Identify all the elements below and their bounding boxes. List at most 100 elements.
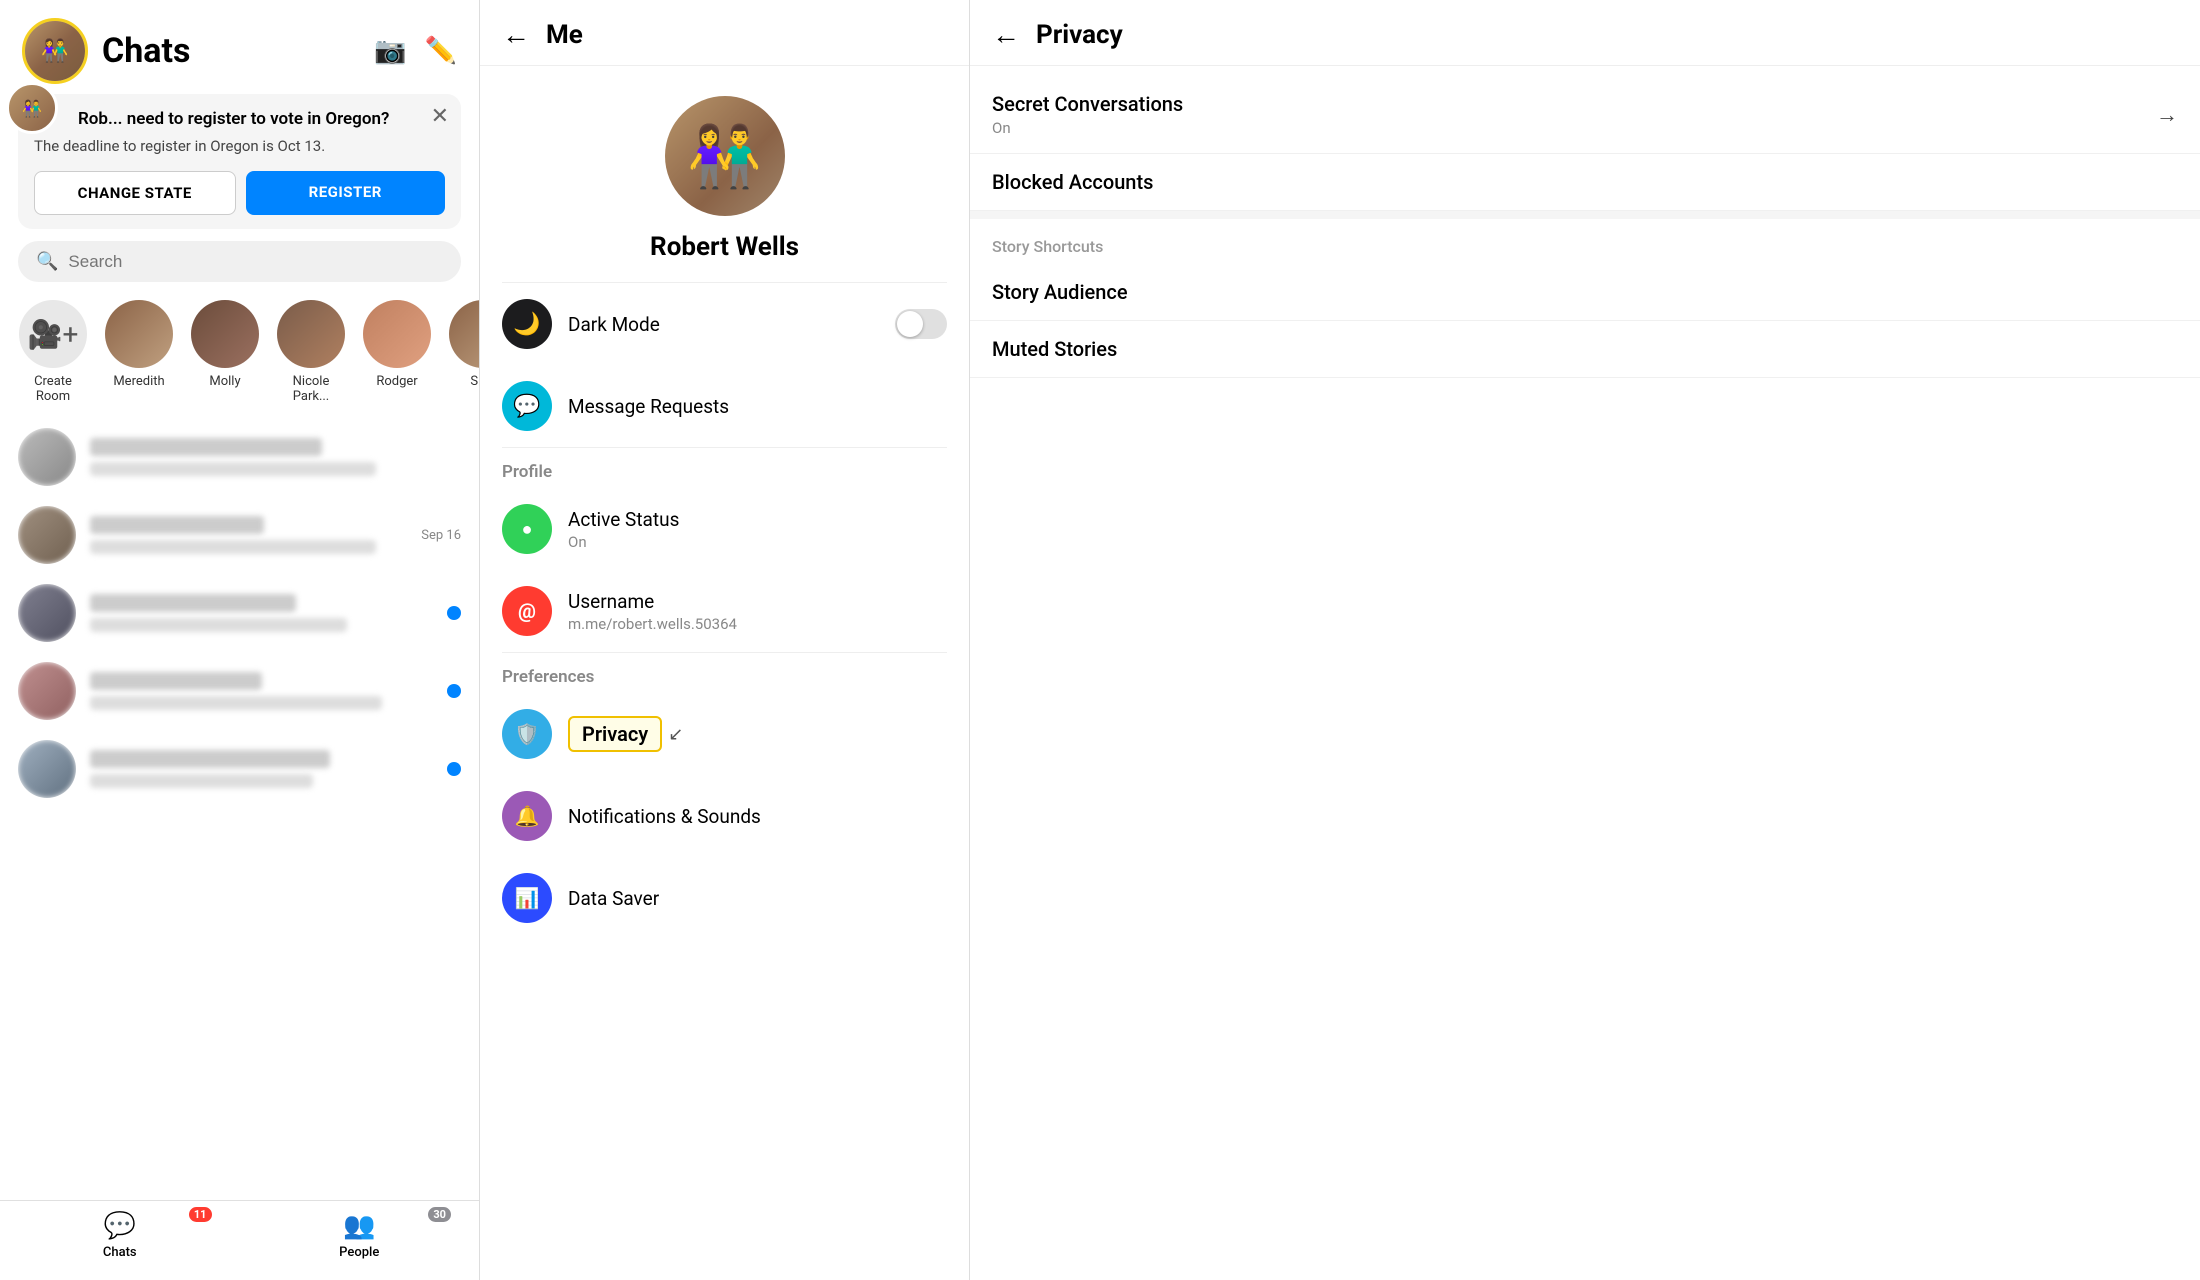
people-badge: 30 bbox=[428, 1207, 451, 1222]
profile-avatar-image: 👫 bbox=[687, 121, 762, 192]
story-avatar-1 bbox=[105, 300, 173, 368]
secret-conversations-text: Secret Conversations On bbox=[992, 92, 2140, 137]
notif-close-button[interactable]: ✕ bbox=[431, 104, 449, 129]
header-left: 👫 Chats bbox=[22, 18, 190, 84]
right-menu-item-secret-conversations[interactable]: Secret Conversations On → Secret Convers… bbox=[970, 76, 2200, 154]
notification-banner: 👫 ✕ Rob... need to register to vote in O… bbox=[18, 94, 461, 229]
menu-item-username[interactable]: @ Username m.me/robert.wells.50364 bbox=[480, 570, 969, 652]
right-back-button[interactable]: ← bbox=[992, 18, 1020, 51]
username-label: Username bbox=[568, 590, 947, 613]
story-create[interactable]: 🎥+ CreateRoom bbox=[18, 300, 88, 404]
story-item-3[interactable]: Nicole Park... bbox=[276, 300, 346, 404]
message-requests-icon: 💬 bbox=[502, 381, 552, 431]
user-avatar[interactable]: 👫 bbox=[22, 18, 88, 84]
story-shortcuts-header: Story Shortcuts bbox=[970, 219, 2200, 264]
unread-badge bbox=[447, 762, 461, 776]
plus-video-icon: 🎥+ bbox=[28, 318, 79, 351]
nav-chats[interactable]: 11 💬 Chats bbox=[0, 1211, 240, 1260]
story-item-4[interactable]: Rodger bbox=[362, 300, 432, 404]
muted-stories-label: Muted Stories bbox=[992, 337, 2178, 361]
compose-icon[interactable]: ✏️ bbox=[425, 36, 457, 66]
chat-avatar bbox=[18, 506, 76, 564]
register-button[interactable]: REGISTER bbox=[246, 171, 446, 215]
section-divider bbox=[970, 211, 2200, 219]
mid-content: 👫 Robert Wells 🌙 Dark Mode 💬 Message Req… bbox=[480, 66, 969, 1280]
notifications-icon: 🔔 bbox=[502, 791, 552, 841]
unread-badge bbox=[447, 606, 461, 620]
active-status-sublabel: On bbox=[568, 533, 947, 551]
menu-item-data-saver[interactable]: 📊 Data Saver bbox=[480, 857, 969, 939]
privacy-icon: 🛡️ bbox=[502, 709, 552, 759]
menu-item-dark-mode[interactable]: 🌙 Dark Mode bbox=[480, 283, 969, 365]
back-button[interactable]: ← bbox=[502, 18, 530, 51]
story-avatar-5 bbox=[449, 300, 479, 368]
data-saver-label: Data Saver bbox=[568, 887, 947, 910]
profile-section: 👫 Robert Wells bbox=[480, 66, 969, 282]
chat-item[interactable] bbox=[0, 652, 479, 730]
data-saver-icon: 📊 bbox=[502, 873, 552, 923]
create-room-label: CreateRoom bbox=[34, 374, 72, 404]
dark-mode-text: Dark Mode bbox=[568, 313, 879, 336]
menu-item-notifications[interactable]: 🔔 Notifications & Sounds bbox=[480, 775, 969, 857]
chat-avatar bbox=[18, 662, 76, 720]
right-title: Privacy bbox=[1036, 20, 1123, 50]
middle-panel: ← Me 👫 Robert Wells 🌙 Dark Mode 💬 Mess bbox=[480, 0, 970, 1280]
chat-meta bbox=[447, 684, 461, 698]
unread-badge bbox=[447, 684, 461, 698]
story-item-5[interactable]: Sh... bbox=[448, 300, 479, 404]
right-header: ← Privacy bbox=[970, 0, 2200, 66]
chat-avatar bbox=[18, 740, 76, 798]
story-avatar-4 bbox=[363, 300, 431, 368]
story-item-1[interactable]: Meredith bbox=[104, 300, 174, 404]
story-label-2: Molly bbox=[209, 374, 240, 389]
search-input[interactable] bbox=[68, 252, 443, 272]
blocked-accounts-label: Blocked Accounts bbox=[992, 170, 2178, 194]
chat-item[interactable] bbox=[0, 574, 479, 652]
right-menu-item-blocked-accounts[interactable]: Blocked Accounts bbox=[970, 154, 2200, 211]
right-menu-item-story-audience[interactable]: Story Audience bbox=[970, 264, 2200, 321]
header-icons: 📷 ✏️ bbox=[374, 36, 457, 66]
nav-people[interactable]: 30 👥 People bbox=[240, 1211, 480, 1260]
chat-item[interactable] bbox=[0, 730, 479, 808]
right-menu-item-muted-stories[interactable]: Muted Stories bbox=[970, 321, 2200, 378]
change-state-button[interactable]: CHANGE STATE bbox=[34, 171, 236, 215]
avatar-image: 👫 bbox=[25, 21, 85, 81]
people-label: People bbox=[339, 1245, 379, 1260]
chat-info bbox=[90, 672, 433, 710]
notifications-text: Notifications & Sounds bbox=[568, 805, 947, 828]
chats-badge: 11 bbox=[189, 1207, 212, 1222]
privacy-arrow-icon: ↙ bbox=[668, 724, 683, 745]
secret-conversations-row: Secret Conversations On → bbox=[992, 92, 2178, 137]
chat-info bbox=[90, 516, 407, 554]
people-icon: 👥 bbox=[343, 1211, 375, 1241]
profile-section-header: Profile bbox=[480, 448, 969, 488]
notif-buttons: CHANGE STATE REGISTER bbox=[34, 171, 445, 215]
chat-meta bbox=[447, 606, 461, 620]
chat-item[interactable] bbox=[0, 418, 479, 496]
menu-item-message-requests[interactable]: 💬 Message Requests bbox=[480, 365, 969, 447]
story-label-1: Meredith bbox=[113, 374, 164, 389]
chat-meta: Sep 16 bbox=[421, 528, 461, 543]
chat-avatar bbox=[18, 428, 76, 486]
story-label-4: Rodger bbox=[376, 374, 417, 389]
privacy-text: Privacy ↙ bbox=[568, 716, 947, 752]
menu-item-privacy[interactable]: 🛡️ Privacy ↙ bbox=[480, 693, 969, 775]
menu-item-active-status[interactable]: ● Active Status On bbox=[480, 488, 969, 570]
notif-avatar: 👫 bbox=[6, 82, 58, 134]
dark-mode-toggle[interactable] bbox=[895, 309, 947, 339]
chat-item[interactable]: Sep 16 bbox=[0, 496, 479, 574]
mid-title: Me bbox=[546, 20, 583, 50]
active-status-text: Active Status On bbox=[568, 508, 947, 551]
active-status-label: Active Status bbox=[568, 508, 947, 531]
data-saver-text: Data Saver bbox=[568, 887, 947, 910]
camera-icon[interactable]: 📷 bbox=[374, 36, 406, 66]
chats-title: Chats bbox=[102, 31, 190, 71]
story-item-2[interactable]: Molly bbox=[190, 300, 260, 404]
username-text: Username m.me/robert.wells.50364 bbox=[568, 590, 947, 633]
preferences-section-header: Preferences bbox=[480, 653, 969, 693]
right-panel: ← Privacy Secret Conversations On → Secr… bbox=[970, 0, 2200, 1280]
create-room-button[interactable]: 🎥+ bbox=[19, 300, 87, 368]
secret-conversations-label: Secret Conversations bbox=[992, 92, 2140, 116]
story-label-5: Sh... bbox=[470, 374, 479, 389]
message-requests-text: Message Requests bbox=[568, 395, 947, 418]
